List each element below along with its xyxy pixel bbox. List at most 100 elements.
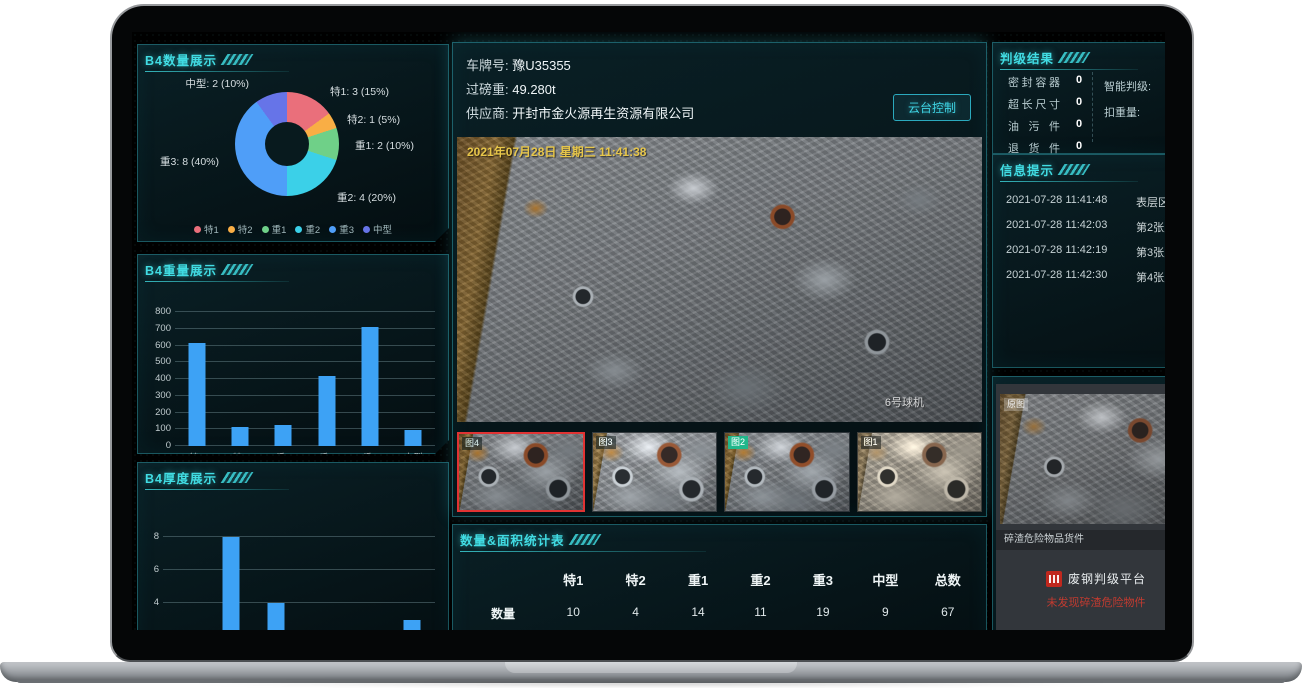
thumbnail[interactable]: 图1 <box>857 432 983 512</box>
category-label: 重1 <box>262 450 305 464</box>
vehicle-plate-row: 车牌号: 豫U35355 <box>466 54 694 78</box>
weight-bar-chart[interactable]: 0100200300400500600700800 特1特2重1重2重3中型 <box>137 276 449 454</box>
ptz-control-button[interactable]: 云台控制 <box>893 94 971 121</box>
table-cell: 4 <box>604 599 666 628</box>
photo-timestamp: 2021年07月28日 星期三 11:41:38 <box>467 143 646 160</box>
bar <box>361 327 378 446</box>
legend-dot-icon <box>262 226 269 233</box>
thumbnail-strip: 图4 图3 图2 图1 <box>457 432 982 512</box>
legend-dot-icon <box>363 226 370 233</box>
bar-slot <box>305 312 348 446</box>
grading-label: 超长尺寸 <box>1008 96 1060 112</box>
hazard-card: 原图 碎渣危险物品货件 废钢判级平台 未发现碎渣危险物件 <box>996 384 1165 630</box>
donut-callout: 重1: 2 (10%) <box>355 138 414 153</box>
panel-weight: B4重量展示 0100200300400500600700800 特1特2重1重… <box>137 254 449 454</box>
grading-extra: 智能判级: 扣重量: <box>1104 74 1151 126</box>
category-label: 中型 <box>392 450 435 464</box>
bar <box>231 427 248 446</box>
bar <box>404 620 421 630</box>
hazard-caption: 碎渣危险物品货件 <box>996 530 1165 550</box>
grading-label: 油污件 <box>1008 118 1060 134</box>
supplier-label: 供应商: <box>466 106 509 121</box>
message-time: 2021-07-28 11:42:03 <box>1006 219 1126 235</box>
bar-slot <box>218 312 261 446</box>
message-time: 2021-07-28 11:42:19 <box>1006 244 1126 260</box>
stats-table: 特1特2重1重2重3中型总数数量104141119967面积——————— <box>464 564 979 630</box>
title-deco-icon <box>221 54 254 65</box>
panel-thickness: B4厚度展示 2468 特1特2重1重2重3中型 <box>137 462 449 630</box>
panel-title: 信息提示 <box>1000 160 1054 179</box>
message-list: 2021-07-28 11:41:48 表层区域计算成 2021-07-28 1… <box>1006 194 1165 294</box>
legend-item[interactable]: 重1 <box>262 222 287 236</box>
grading-row: 油污件 0 <box>1008 118 1082 134</box>
vehicle-supplier-row: 供应商: 开封市金火源再生资源有限公司 <box>466 102 694 126</box>
table-cell: 9 <box>854 599 916 628</box>
donut-ring[interactable] <box>235 92 339 196</box>
bars <box>175 312 435 446</box>
panel-title: B4数量展示 <box>145 50 217 69</box>
message-time: 2021-07-28 11:42:30 <box>1006 269 1126 285</box>
vehicle-info: 车牌号: 豫U35355 过磅重: 49.280t 供应商: 开封市金火源再生资… <box>466 54 694 126</box>
table-header-cell: 特2 <box>604 564 666 595</box>
table-cell: 10 <box>542 599 604 628</box>
thickness-bar-chart[interactable]: 2468 特1特2重1重2重3中型 <box>137 484 449 630</box>
legend-item[interactable]: 特2 <box>228 222 253 236</box>
vehicle-weight-row: 过磅重: 49.280t <box>466 78 694 102</box>
panel-title: 数量&面积统计表 <box>460 530 565 549</box>
divider <box>1092 72 1093 142</box>
supplier-value: 开封市金火源再生资源有限公司 <box>512 106 694 121</box>
smart-grade-label: 智能判级: <box>1104 74 1151 100</box>
panel-main-video: 车牌号: 豫U35355 过磅重: 49.280t 供应商: 开封市金火源再生资… <box>452 42 987 517</box>
legend-dot-icon <box>228 226 235 233</box>
panel-header: 信息提示 <box>992 154 1165 181</box>
table-header-cell: 重3 <box>792 564 854 595</box>
table-header-cell: 中型 <box>854 564 916 595</box>
main-camera-photo[interactable]: 2021年07月28日 星期三 11:41:38 6号球机 <box>457 137 982 422</box>
table-header-cell: 重1 <box>667 564 729 595</box>
title-deco-icon <box>568 534 601 545</box>
panel-stats-table: 数量&面积统计表 特1特2重1重2重3中型总数数量104141119967面积—… <box>452 524 987 630</box>
legend-item[interactable]: 重3 <box>329 222 354 236</box>
table-header-cell: 重2 <box>729 564 791 595</box>
bar <box>188 343 205 446</box>
plate-label: 车牌号: <box>466 58 509 73</box>
table-cell: 14 <box>667 599 729 628</box>
legend-item[interactable]: 重2 <box>295 222 320 236</box>
donut-hole <box>265 122 309 166</box>
bar-slot <box>175 312 218 446</box>
bar-slot <box>344 520 389 630</box>
bar-slot <box>262 312 305 446</box>
category-label: 特2 <box>218 450 261 464</box>
bar <box>405 430 422 446</box>
grading-row: 密封容器 0 <box>1008 74 1082 90</box>
platform-name: 废钢判级平台 <box>1068 570 1146 587</box>
message-time: 2021-07-28 11:41:48 <box>1006 194 1126 210</box>
thumbnail[interactable]: 图3 <box>592 432 718 512</box>
grading-list: 密封容器 0 超长尺寸 0 油污件 0 退货件 0 <box>1008 74 1082 162</box>
title-deco-icon <box>221 264 254 275</box>
grading-row: 退货件 0 <box>1008 140 1082 156</box>
table-row-label: 数量 <box>464 599 542 628</box>
message-row: 2021-07-28 11:42:30 第4张照片表层开 <box>1006 269 1165 285</box>
hazard-warning-text: 未发现碎渣危险物件 <box>996 594 1165 610</box>
category-axis: 特1特2重1重2重3中型 <box>175 450 435 464</box>
hazard-original-image[interactable]: 原图 <box>1000 394 1165 524</box>
grading-label: 密封容器 <box>1008 74 1060 90</box>
bar-slot <box>390 520 435 630</box>
message-row: 2021-07-28 11:42:03 第2张照片表层开 <box>1006 219 1165 235</box>
panel-hazard-check: 原图 碎渣危险物品货件 废钢判级平台 未发现碎渣危险物件 <box>992 376 1165 630</box>
message-row: 2021-07-28 11:41:48 表层区域计算成 <box>1006 194 1165 210</box>
category-label: 特1 <box>175 450 218 464</box>
legend-item[interactable]: 中型 <box>363 222 392 236</box>
grading-value: 0 <box>1076 118 1082 134</box>
plate-value: 豫U35355 <box>512 58 571 73</box>
original-image-tag: 原图 <box>1004 398 1028 411</box>
platform-brand: 废钢判级平台 <box>996 570 1165 587</box>
bar <box>275 425 292 446</box>
thumbnail[interactable]: 图2 <box>724 432 850 512</box>
legend-item[interactable]: 特1 <box>194 222 219 236</box>
platform-logo-icon <box>1046 571 1062 587</box>
thumbnail-badge: 图2 <box>728 436 748 449</box>
thumbnail-selected[interactable]: 图4 <box>457 432 585 512</box>
quantity-donut-chart[interactable]: 特1: 3 (15%) 特2: 1 (5%) 重1: 2 (10%) 重2: 4… <box>137 68 449 216</box>
